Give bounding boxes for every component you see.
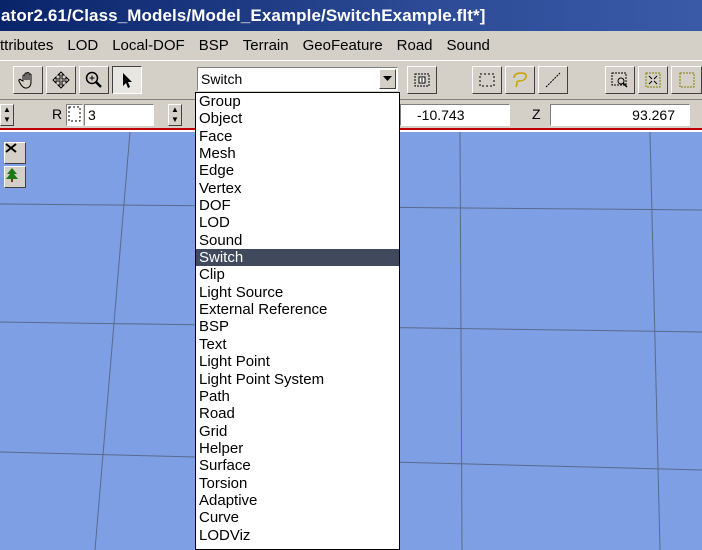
dropdown-option-path[interactable]: Path bbox=[196, 388, 399, 405]
menu-sound[interactable]: Sound bbox=[440, 31, 497, 60]
combo-dropdown-arrow-icon[interactable] bbox=[379, 69, 396, 89]
menu-geofeature[interactable]: GeoFeature bbox=[296, 31, 390, 60]
spin-up-down-icon[interactable]: ▲ ▼ bbox=[0, 104, 14, 126]
zoom-icon[interactable] bbox=[79, 66, 109, 94]
move-cross-icon[interactable] bbox=[46, 66, 76, 94]
menu-road[interactable]: Road bbox=[390, 31, 440, 60]
dropdown-option-road[interactable]: Road bbox=[196, 405, 399, 422]
close-panel-icon[interactable] bbox=[4, 142, 26, 164]
pointer-arrow-icon[interactable] bbox=[112, 66, 142, 94]
tree-icon[interactable] bbox=[4, 166, 26, 188]
r-spin-icon[interactable]: ▲ ▼ bbox=[168, 104, 182, 126]
y-value-field[interactable]: -10.743 bbox=[400, 104, 510, 126]
dropdown-option-edge[interactable]: Edge bbox=[196, 162, 399, 179]
fit-view-icon[interactable] bbox=[638, 66, 668, 94]
dropdown-option-bsp[interactable]: BSP bbox=[196, 318, 399, 335]
rect-select-icon[interactable] bbox=[472, 66, 502, 94]
node-type-combo-value: Switch bbox=[201, 71, 243, 87]
zoom-box-icon[interactable] bbox=[605, 66, 635, 94]
dropdown-option-object[interactable]: Object bbox=[196, 110, 399, 127]
dropdown-option-lodviz[interactable]: LODViz bbox=[196, 527, 399, 544]
lasso-select-icon[interactable] bbox=[505, 66, 535, 94]
window-title-bar: ator2.61/Class_Models/Model_Example/Swit… bbox=[0, 0, 702, 31]
dropdown-option-switch[interactable]: Switch bbox=[196, 249, 399, 267]
dropdown-option-torsion[interactable]: Torsion bbox=[196, 475, 399, 492]
dropdown-option-group[interactable]: Group bbox=[196, 93, 399, 110]
dropdown-option-light-point[interactable]: Light Point bbox=[196, 353, 399, 370]
dropdown-option-grid[interactable]: Grid bbox=[196, 423, 399, 440]
dropdown-option-sound[interactable]: Sound bbox=[196, 232, 399, 249]
node-type-combo[interactable]: Switch bbox=[197, 67, 398, 91]
node-select-icon[interactable] bbox=[407, 66, 437, 94]
r-value-field[interactable]: 3 bbox=[84, 104, 154, 126]
line-select-icon[interactable] bbox=[538, 66, 568, 94]
dropdown-option-clip[interactable]: Clip bbox=[196, 266, 399, 283]
menu-lod[interactable]: LOD bbox=[60, 31, 105, 60]
menu-bar: ttributes LOD Local-DOF BSP Terrain GeoF… bbox=[0, 31, 702, 60]
z-value-field[interactable]: 93.267 bbox=[550, 104, 690, 126]
dropdown-option-lod[interactable]: LOD bbox=[196, 214, 399, 231]
dropdown-option-vertex[interactable]: Vertex bbox=[196, 180, 399, 197]
dropdown-option-curve[interactable]: Curve bbox=[196, 509, 399, 526]
dropdown-option-dof[interactable]: DOF bbox=[196, 197, 399, 214]
menu-attributes[interactable]: ttributes bbox=[0, 31, 60, 60]
menu-terrain[interactable]: Terrain bbox=[236, 31, 296, 60]
dropdown-option-mesh[interactable]: Mesh bbox=[196, 145, 399, 162]
dropdown-option-external-reference[interactable]: External Reference bbox=[196, 301, 399, 318]
r-label: R bbox=[52, 106, 63, 122]
dropdown-option-helper[interactable]: Helper bbox=[196, 440, 399, 457]
dropdown-option-adaptive[interactable]: Adaptive bbox=[196, 492, 399, 509]
dropdown-option-surface[interactable]: Surface bbox=[196, 457, 399, 474]
node-type-dropdown-list[interactable]: Group Object Face Mesh Edge Vertex DOF L… bbox=[195, 92, 400, 550]
menu-local-dof[interactable]: Local-DOF bbox=[105, 31, 192, 60]
hand-pan-icon[interactable] bbox=[13, 66, 43, 94]
dropdown-option-text[interactable]: Text bbox=[196, 336, 399, 353]
window-title: ator2.61/Class_Models/Model_Example/Swit… bbox=[1, 6, 486, 25]
dropdown-option-face[interactable]: Face bbox=[196, 128, 399, 145]
toolbar-overflow-icon[interactable] bbox=[671, 66, 702, 94]
dropdown-option-light-point-system[interactable]: Light Point System bbox=[196, 371, 399, 388]
menu-bsp[interactable]: BSP bbox=[192, 31, 236, 60]
r-grid-icon[interactable] bbox=[66, 104, 83, 126]
z-label: Z bbox=[532, 106, 541, 122]
dropdown-option-light-source[interactable]: Light Source bbox=[196, 284, 399, 301]
